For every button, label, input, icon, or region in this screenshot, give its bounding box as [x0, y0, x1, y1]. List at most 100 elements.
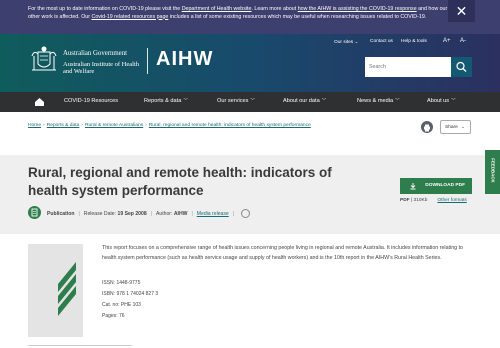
print-button[interactable]: [421, 121, 433, 133]
meta-separator: |: [191, 210, 193, 217]
alert-text-2: . Learn more about: [251, 6, 298, 12]
nav-covid-resources[interactable]: COVID-19 Resources: [64, 98, 118, 104]
alert-close-button[interactable]: ✕: [448, 0, 475, 22]
our-sites-label: Our sites: [334, 40, 354, 45]
author-name: AIHW: [173, 210, 188, 217]
issn-label: ISSN:: [102, 280, 116, 286]
file-size: 310Kb: [413, 198, 428, 203]
isbn-value: 978 1 74024 827 3: [116, 291, 159, 297]
pages-label: Pages:: [102, 313, 118, 319]
publication-icon: [28, 206, 41, 219]
accessibility-icon[interactable]: [241, 209, 251, 218]
institute-name: Australian Institute of Health and Welfa…: [63, 61, 139, 76]
font-smaller-button[interactable]: A-: [460, 38, 466, 44]
nav-about-us[interactable]: About us ﹀: [427, 98, 456, 104]
author-label: Author:: [155, 210, 173, 217]
meta-separator: |: [78, 210, 80, 217]
cat-no-row: Cat. no: PHE 103: [102, 302, 141, 308]
pages-row: Pages: 76: [102, 313, 125, 319]
nav-label: About us: [427, 98, 450, 104]
breadcrumb-separator: ›: [145, 123, 147, 128]
chevron-down-icon: ⌄: [461, 124, 465, 129]
publication-type: Publication: [47, 210, 75, 217]
pages-value: 76: [118, 313, 125, 319]
print-icon: [424, 124, 430, 132]
alert-link-dept-health[interactable]: Department of Health website: [182, 6, 252, 12]
cat-no-value: PHE 103: [120, 302, 141, 308]
cover-graphic: [58, 262, 76, 316]
report-summary: This report focuses on a comprehensive r…: [102, 245, 463, 261]
site-header: Australian Government Australian Institu…: [0, 34, 500, 92]
publication-header: Rural, regional and remote health: indic…: [0, 155, 500, 234]
nav-news-media[interactable]: News & media ﹀: [357, 98, 400, 104]
main-nav: COVID-19 Resources Reports & data ﹀ Our s…: [0, 92, 500, 112]
logo-divider: [147, 48, 148, 74]
isbn-row: ISBN: 978 1 74024 827 3: [102, 291, 158, 297]
font-larger-button[interactable]: A+: [443, 38, 451, 44]
chevron-down-icon: ﹀: [395, 98, 400, 103]
search-input[interactable]: [365, 57, 451, 77]
cat-no-label: Cat. no:: [102, 302, 120, 308]
nav-label: Our services: [217, 98, 249, 104]
isbn-label: ISBN:: [102, 291, 116, 297]
document-icon: [31, 208, 38, 217]
download-pdf-button[interactable]: DOWNLOAD PDF: [400, 178, 472, 194]
breadcrumb-home[interactable]: Home: [28, 123, 41, 128]
our-sites-link[interactable]: Our sites ⌄: [334, 39, 358, 45]
share-label: Share: [445, 125, 458, 130]
breadcrumb-reports-data[interactable]: Reports & data: [47, 123, 80, 128]
alert-link-resources[interactable]: Covid-19 related resources page: [92, 14, 169, 20]
share-button[interactable]: Share ⌄: [440, 120, 471, 134]
download-icon: [410, 183, 416, 190]
chevron-down-icon: ⌄: [354, 39, 359, 44]
alert-link-aihw-response[interactable]: how the AIHW is assisting the COVID-19 r…: [298, 6, 417, 12]
issn-value: 1448-9775: [116, 280, 141, 286]
alert-text: For the most up to date information on C…: [28, 6, 448, 21]
file-type: PDF: [400, 198, 410, 203]
coat-of-arms-icon: [31, 46, 57, 71]
breadcrumb-separator: ›: [43, 123, 45, 128]
nav-label: Reports & data: [144, 98, 182, 104]
nav-label: About our data: [283, 98, 320, 104]
nav-label: COVID-19 Resources: [64, 98, 119, 104]
breadcrumb-separator: ›: [81, 123, 83, 128]
publication-meta: Publication | Release Date: 19 Sep 2008 | Au…: [47, 209, 251, 218]
aihw-logo[interactable]: AIHW: [156, 48, 213, 71]
report-cover-thumbnail: [28, 244, 83, 337]
search-icon: [456, 61, 467, 72]
nav-label: News & media: [357, 98, 394, 104]
home-button[interactable]: [28, 92, 51, 112]
chevron-down-icon: ﹀: [183, 98, 188, 103]
breadcrumb-current[interactable]: Rural, regional and remote health: indic…: [149, 123, 311, 128]
nav-our-services[interactable]: Our services ﹀: [217, 98, 255, 104]
section-divider: [28, 345, 132, 346]
issn-row: ISSN: 1448-9775: [102, 280, 140, 286]
breadcrumb-rural-remote[interactable]: Rural & remote Australians: [85, 123, 143, 128]
contact-us-link[interactable]: Contact us: [370, 39, 393, 44]
chevron-down-icon: ﹀: [250, 98, 256, 103]
search-button[interactable]: [451, 57, 472, 77]
page-title: Rural, regional and remote health: indic…: [28, 165, 332, 198]
chevron-down-icon: ﹀: [451, 98, 456, 103]
alert-text-4: includes a list of some existing resourc…: [168, 13, 427, 20]
gov-name: Australian Government: [63, 50, 127, 57]
nav-reports-data[interactable]: Reports & data ﹀: [144, 98, 188, 104]
release-date: 19 Sep 2008: [117, 210, 147, 217]
release-label: Release Date:: [83, 210, 117, 217]
close-icon: ✕: [455, 3, 468, 19]
breadcrumb: Home › Reports & data › Rural & remote Austr…: [28, 122, 348, 129]
feedback-tab[interactable]: FEEDBACK: [485, 150, 500, 194]
help-tools-link[interactable]: Help & tools: [401, 39, 427, 44]
home-icon: [35, 98, 44, 106]
other-formats-link[interactable]: Other formats: [437, 198, 466, 203]
feedback-label: FEEDBACK: [490, 158, 496, 183]
alert-text-1: For the most up to date information on C…: [28, 6, 182, 12]
meta-separator: |: [232, 210, 235, 217]
media-release-link[interactable]: Media release: [197, 211, 229, 217]
nav-about-our-data[interactable]: About our data ﹀: [283, 98, 326, 104]
meta-separator: |: [150, 210, 152, 217]
covid-alert-bar: For the most up to date information on C…: [0, 0, 500, 34]
chevron-down-icon: ﹀: [321, 98, 327, 103]
file-info: PDF | 310Kb Other formats: [400, 198, 467, 203]
download-label: DOWNLOAD PDF: [425, 183, 465, 188]
